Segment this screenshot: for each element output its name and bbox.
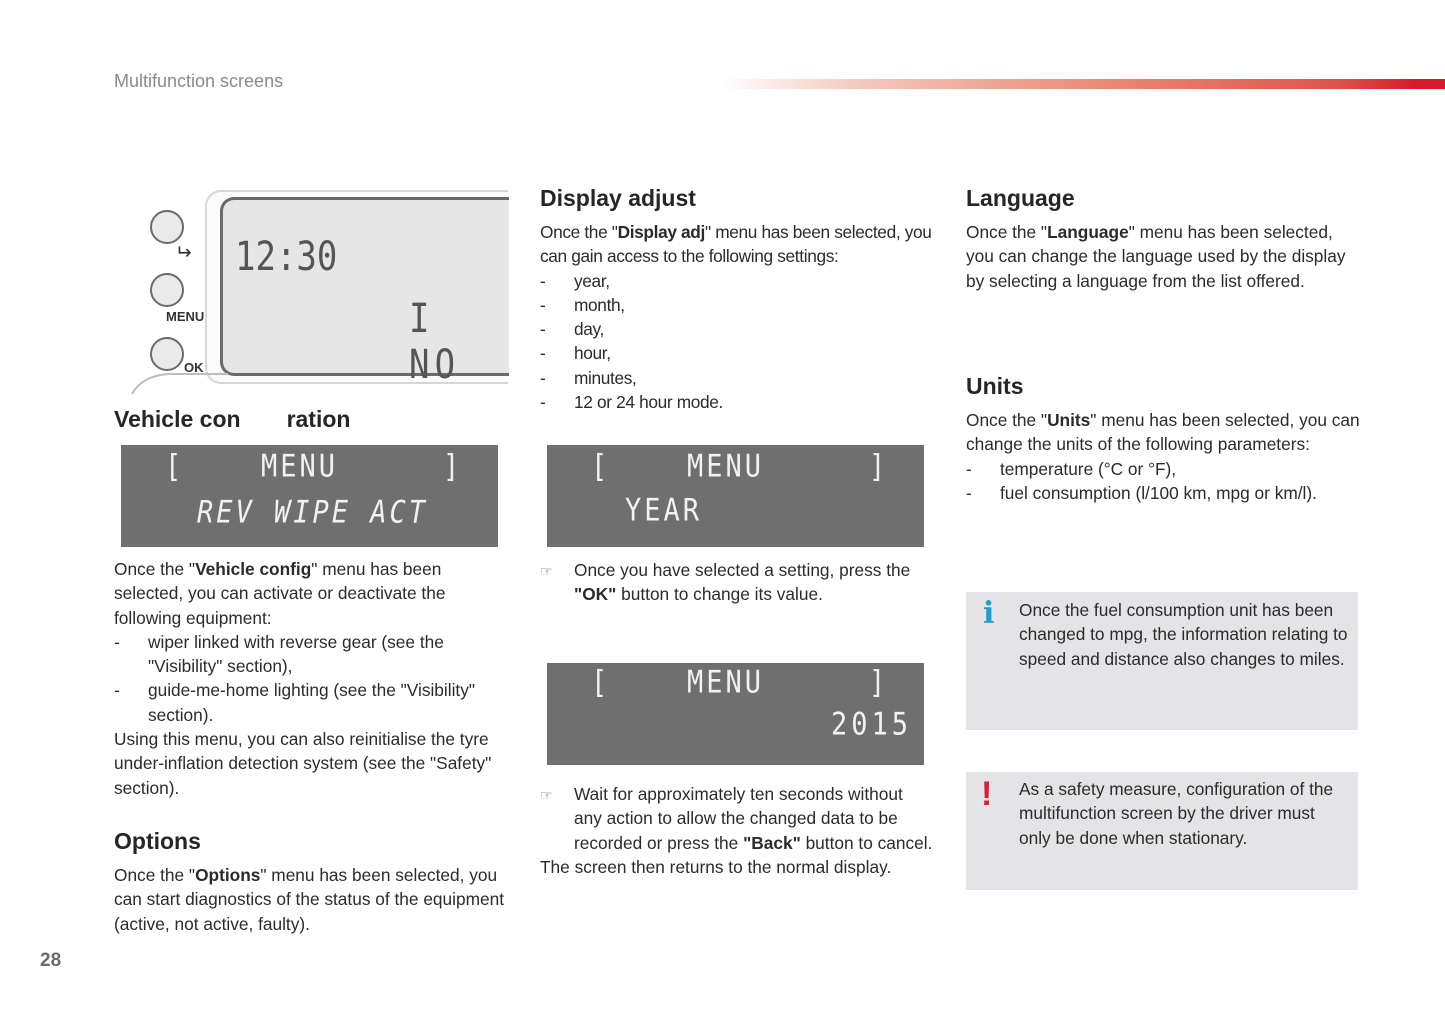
lcd-line2: REV WIPE ACT (197, 494, 429, 531)
lcd-line2: 2015 (831, 706, 913, 743)
options-heading: Options (114, 828, 201, 854)
display-adjust-outro: The screen then returns to the normal di… (540, 856, 892, 877)
device-edge-curve (131, 373, 228, 395)
warning-callout: ! As a safety measure, configuration of … (966, 772, 1358, 890)
display-adjust-intro: Once the "Display adj" menu has been sel… (540, 222, 932, 267)
vehicle-config-intro: Once the "Vehicle config" menu has been … (114, 559, 446, 628)
units-body: Once the "Units" menu has been selected,… (966, 408, 1361, 505)
options-body: Once the "Options" menu has been selecte… (114, 865, 505, 934)
device-screen: 12:30 I NO (220, 197, 509, 388)
vehicle-config-heading-part1: Vehicle con (114, 406, 241, 432)
list-item: - month, (540, 294, 625, 315)
device-clock: 12:30 (235, 234, 338, 280)
list-item: - wiper linked with reverse gear (see the… (114, 631, 444, 677)
section-title: Multifunction screens (114, 71, 284, 91)
info-callout-text: Once the fuel consumption unit has been … (1019, 600, 1348, 669)
list-item: - temperature (°C or °F), (966, 458, 1177, 479)
lcd-title: MENU (687, 664, 765, 701)
ok-button[interactable] (150, 337, 184, 371)
list-item: -12 or 24 hour mode. (540, 392, 723, 413)
info-callout: i Once the fuel consumption unit has bee… (966, 592, 1358, 730)
vehicle-config-heading: Vehicle con ration (114, 406, 350, 433)
language-body: Once the "Language" menu has been select… (966, 222, 1346, 291)
units-heading: Units (966, 373, 1024, 399)
language-heading: Language (966, 185, 1075, 211)
lcd-year-value: [ MENU ] 2015 (547, 663, 924, 765)
pointing-hand-icon: ☞ (540, 787, 553, 803)
display-adjust-body: Once the "Display adj" menu has been sel… (540, 220, 935, 414)
list-item: - minutes, (540, 367, 637, 388)
vehicle-config-heading-part2: ration (286, 406, 351, 432)
list-item: - hour, (540, 343, 611, 364)
lcd-bracket-left: [ (591, 664, 611, 701)
list-item: - fuel consumption (l/100 km, mpg or km/l… (966, 482, 1317, 503)
lcd-title: MENU (687, 448, 765, 485)
info-icon: i (983, 596, 995, 631)
lcd-bracket-left: [ (165, 448, 185, 485)
display-adjust-heading: Display adjust (540, 185, 696, 211)
menu-button[interactable] (150, 273, 184, 307)
units-intro: Once the "Units" menu has been selected,… (966, 410, 1360, 455)
note-ok: ☞ Once you have selected a setting, pres… (540, 558, 930, 607)
list-item: - year, (540, 270, 610, 291)
lcd-line2: YEAR (625, 492, 703, 529)
lcd-year: [ MENU ] YEAR (547, 445, 924, 547)
warning-icon: ! (981, 775, 993, 813)
menu-button-label: MENU (166, 309, 205, 324)
lcd-title: MENU (261, 448, 339, 485)
back-arrow-icon: ↵ (175, 242, 192, 264)
pointing-hand-icon: ☞ (540, 563, 553, 579)
warning-callout-text: As a safety measure, configuration of th… (1019, 779, 1334, 848)
note-back: ☞ Wait for approximately ten seconds wit… (540, 782, 935, 879)
list-item: - guide-me-home lighting (see the "Visibi… (114, 680, 476, 725)
lcd-bracket-right: ] (869, 448, 889, 485)
vehicle-config-outro: Using this menu, you can also reinitiali… (114, 729, 492, 798)
device-second-line: I NO (409, 296, 461, 388)
lcd-bracket-left: [ (591, 448, 611, 485)
page-number: 28 (40, 950, 62, 971)
vehicle-config-body: Once the "Vehicle config" menu has been … (114, 557, 514, 800)
header-accent-bar (720, 79, 1445, 89)
lcd-bracket-right: ] (443, 448, 463, 485)
lcd-bracket-right: ] (869, 664, 889, 701)
lcd-vehicle-config: [ MENU ] REV WIPE ACT (121, 445, 498, 547)
back-button[interactable] (150, 210, 184, 244)
list-item: - day, (540, 319, 604, 340)
